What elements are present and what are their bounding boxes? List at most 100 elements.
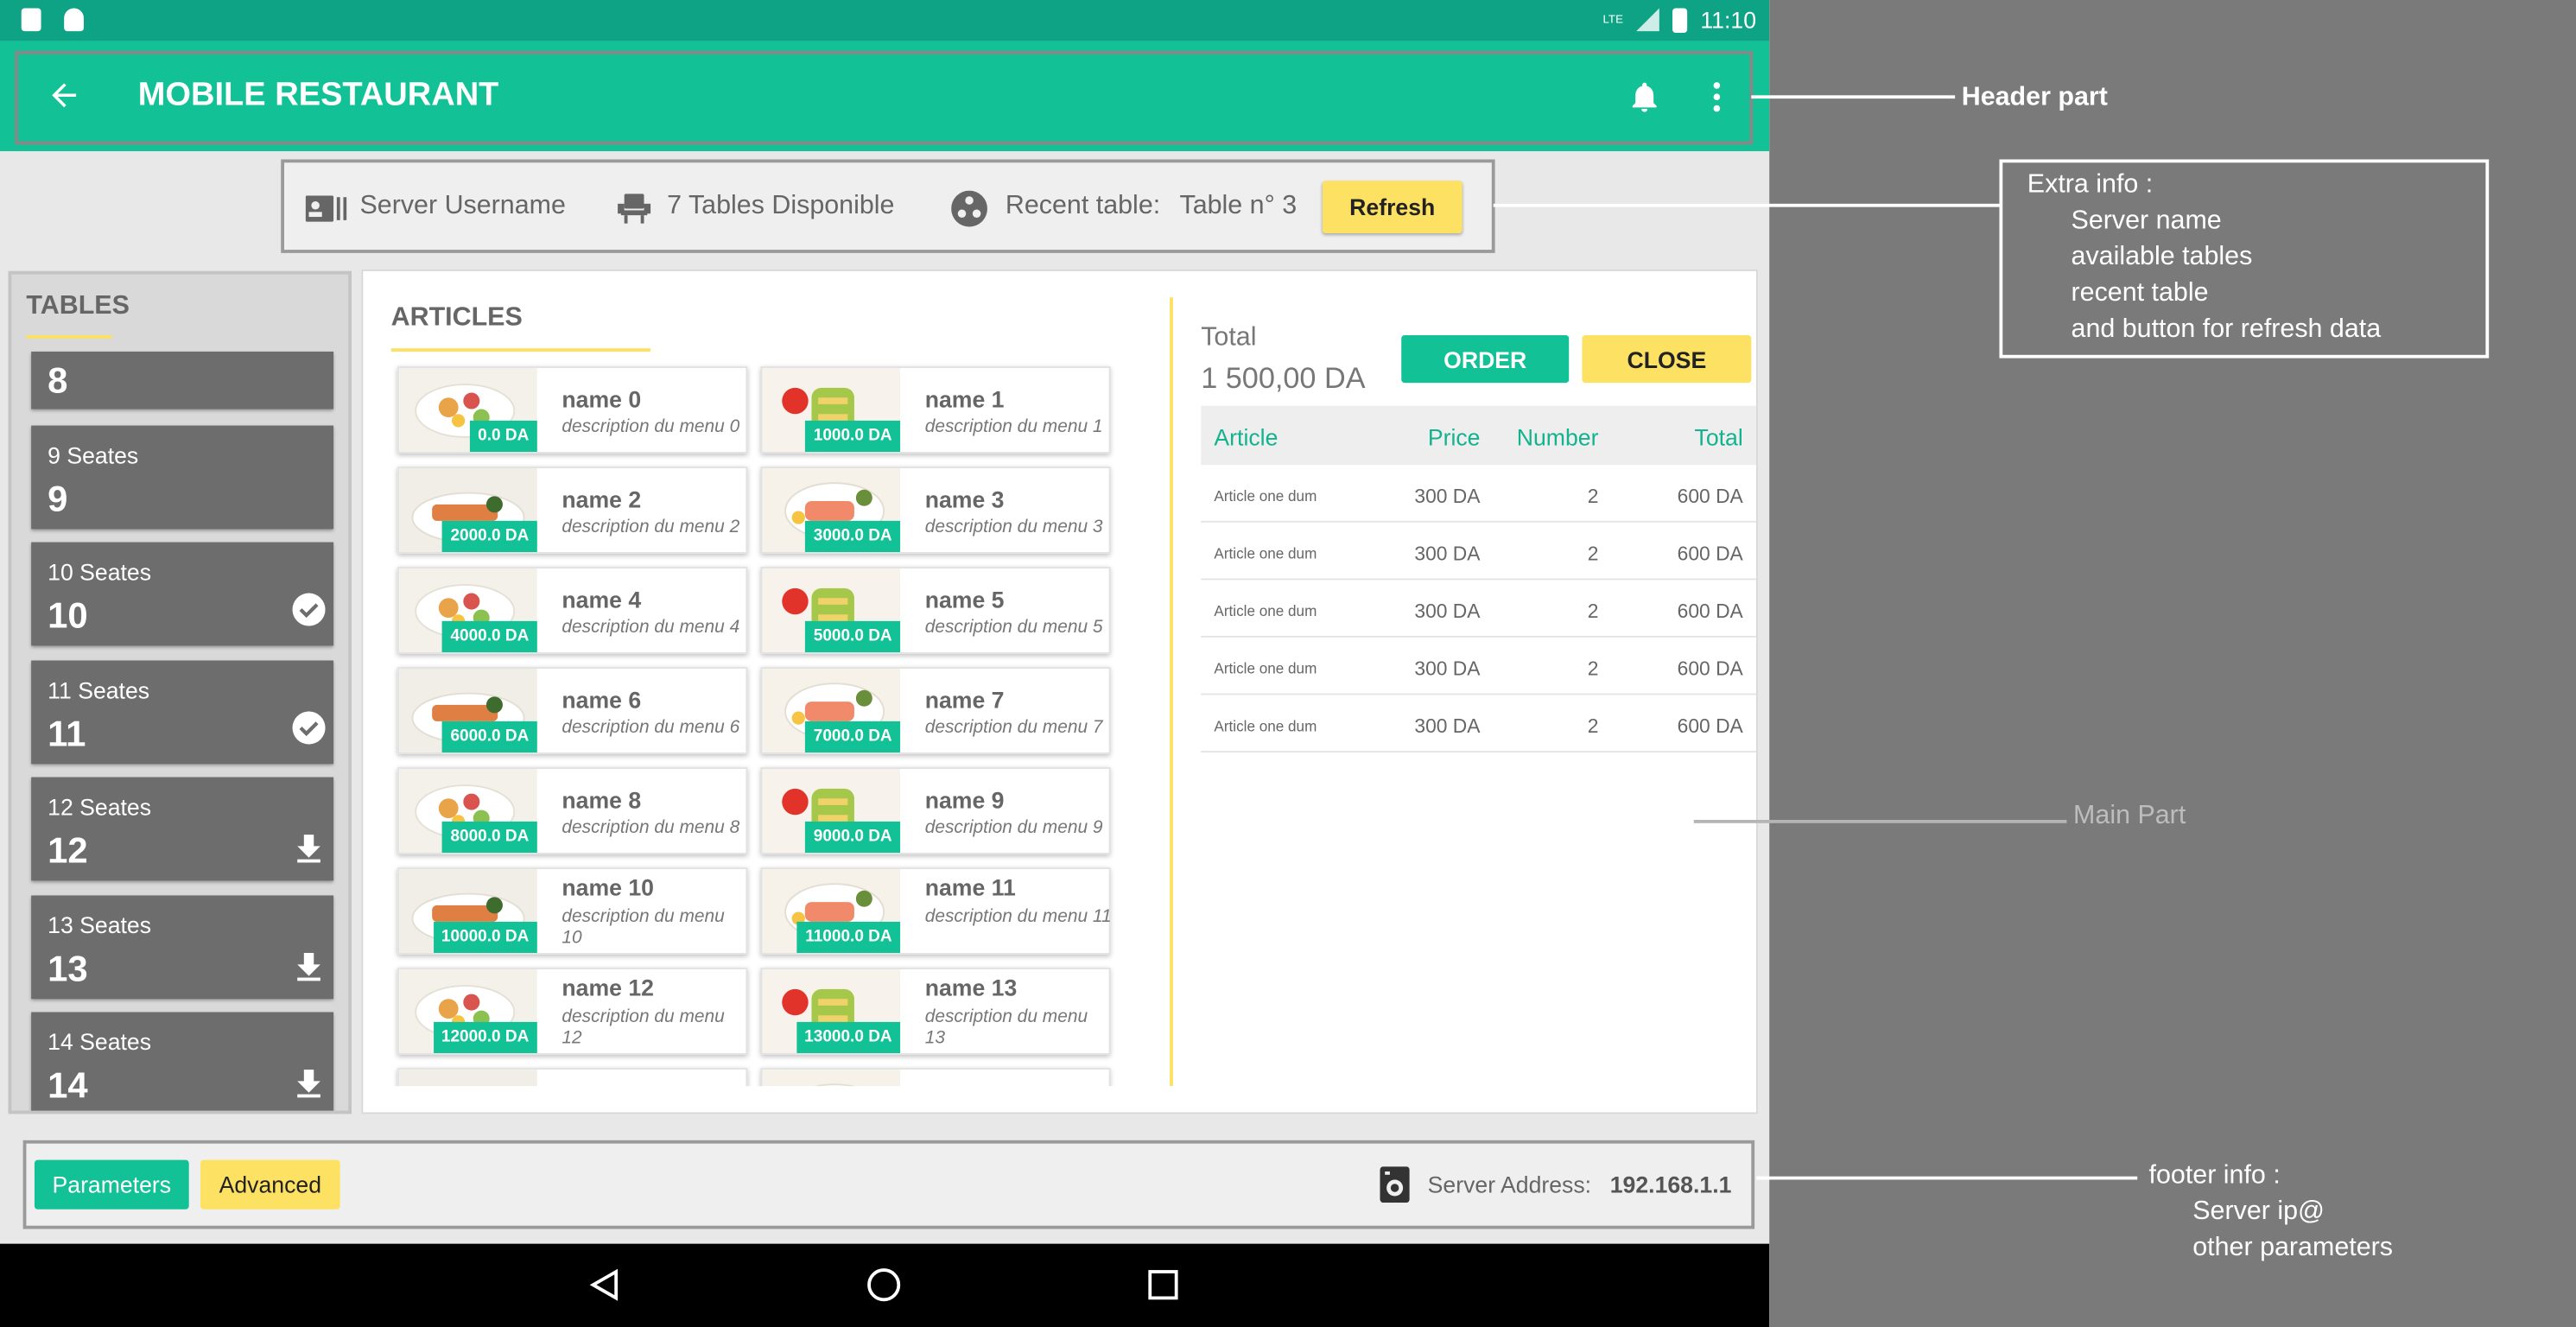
- order-row[interactable]: Article one dum 300 DA 2 600 DA: [1201, 695, 1757, 753]
- overflow-menu-icon[interactable]: [1709, 80, 1725, 113]
- lte-label: LTE: [1602, 14, 1623, 26]
- order-table: Article Price Number Total Article one d…: [1201, 405, 1757, 753]
- article-name: name 11: [924, 873, 1016, 901]
- notification-bell-icon[interactable]: [1627, 77, 1663, 117]
- table-card[interactable]: 9 Seates 9: [31, 425, 334, 530]
- article-description: description du menu 11: [924, 906, 1112, 927]
- total-label: Total: [1201, 323, 1257, 352]
- article-name: name 1: [924, 385, 1005, 413]
- column-header-article: Article: [1214, 423, 1278, 451]
- article-price: 5000.0 DA: [805, 620, 901, 653]
- tables-title-underline: [26, 334, 112, 339]
- recent-table-label: Recent table:: [1005, 192, 1161, 220]
- annotation-main: Main Part: [2073, 802, 2186, 830]
- nav-home-icon[interactable]: [866, 1267, 902, 1303]
- article-card[interactable]: 13000.0 DA name 13 description du menu 13: [760, 968, 1111, 1055]
- article-name: name 2: [562, 486, 642, 513]
- android-icon: [64, 8, 84, 32]
- order-row[interactable]: Article one dum 300 DA 2 600 DA: [1201, 638, 1757, 695]
- article-card[interactable]: 0.0 DA name 0 description du menu 0: [397, 366, 748, 454]
- article-image: 7000.0 DA: [762, 669, 901, 753]
- article-card[interactable]: 11000.0 DA name 11 description du menu 11: [760, 867, 1112, 955]
- order-cell-article: Article one dum: [1214, 487, 1317, 505]
- table-seats: 11 Seates: [48, 676, 150, 703]
- order-cell-number: 2: [1587, 485, 1599, 508]
- article-card[interactable]: 1000.0 DA name 1 description du menu 1: [760, 366, 1111, 454]
- article-price: 0.0 DA: [469, 420, 537, 452]
- article-card[interactable]: 5000.0 DA name 5 description du menu 5: [760, 567, 1111, 654]
- order-row[interactable]: Article one dum 300 DA 2 600 DA: [1201, 580, 1757, 638]
- status-bar: LTE 11:10: [0, 0, 1770, 41]
- article-card[interactable]: 10000.0 DA name 10 description du menu 10: [397, 867, 748, 955]
- recent-table-value: Table n° 3: [1179, 192, 1298, 220]
- clock: 11:10: [1700, 6, 1757, 34]
- table-card[interactable]: 13 Seates 13: [31, 895, 334, 1000]
- article-card[interactable]: 9000.0 DA name 9 description du menu 9: [760, 767, 1111, 854]
- article-name: name 12: [562, 974, 654, 1001]
- order-button[interactable]: ORDER: [1401, 334, 1570, 384]
- download-icon: [297, 953, 320, 981]
- order-cell-number: 2: [1587, 600, 1599, 623]
- order-cell-article: Article one dum: [1214, 718, 1317, 735]
- table-number: 11: [48, 713, 86, 754]
- order-cell-price: 300 DA: [1414, 542, 1481, 566]
- table-number: 12: [48, 829, 88, 871]
- table-card[interactable]: 12 Seates 12: [31, 777, 334, 881]
- article-card[interactable]: 4000.0 DA name 4 description du menu 4: [397, 567, 748, 654]
- nav-back-icon[interactable]: [587, 1267, 623, 1303]
- order-row[interactable]: Article one dum 300 DA 2 600 DA: [1201, 465, 1757, 523]
- order-cell-price: 300 DA: [1414, 714, 1481, 738]
- table-card[interactable]: 10 Seates 10: [31, 542, 334, 646]
- order-row[interactable]: Article one dum 300 DA 2 600 DA: [1201, 523, 1757, 581]
- download-icon: [297, 835, 320, 863]
- parameters-button[interactable]: Parameters: [34, 1159, 189, 1210]
- table-card[interactable]: 8: [31, 351, 334, 410]
- article-image: [762, 1070, 901, 1087]
- tablet-screen: LTE 11:10 MOBILE RESTAURANT Server Usern…: [0, 0, 1770, 1327]
- article-card[interactable]: 6000.0 DA name 6 description du menu 6: [397, 667, 748, 754]
- article-card[interactable]: 2000.0 DA name 2 description du menu 2: [397, 467, 748, 554]
- nav-recents-icon[interactable]: [1145, 1267, 1182, 1303]
- article-image: 12000.0 DA: [399, 969, 537, 1054]
- advanced-button[interactable]: Advanced: [200, 1159, 340, 1210]
- article-card[interactable]: name 14: [397, 1068, 748, 1087]
- article-image: 6000.0 DA: [399, 669, 537, 753]
- annotation-footer: footer info : Server ip@ other parameter…: [2148, 1161, 2393, 1262]
- article-description: description du menu 2: [562, 517, 740, 537]
- refresh-button[interactable]: Refresh: [1322, 181, 1462, 234]
- main-panel: ARTICLES 0.0 DA name 0 description du menu…: [361, 269, 1758, 1114]
- server-address-label: Server Address:: [1427, 1171, 1592, 1198]
- article-price: 4000.0 DA: [441, 620, 537, 653]
- article-image: 3000.0 DA: [762, 468, 901, 553]
- table-seats: 10 Seates: [48, 558, 152, 586]
- article-description: description du menu 1: [924, 417, 1103, 437]
- close-button[interactable]: CLOSE: [1582, 334, 1752, 384]
- article-card[interactable]: name 15: [760, 1068, 1111, 1087]
- annotation-line-extra-info: [1493, 203, 2000, 207]
- table-seats: 9 Seates: [48, 441, 139, 469]
- article-description: description du menu 7: [924, 718, 1103, 738]
- table-card[interactable]: 11 Seates 11: [31, 660, 334, 765]
- article-description: description du menu 6: [562, 718, 740, 738]
- panel-divider: [1170, 297, 1173, 1087]
- article-name: name 3: [924, 486, 1005, 513]
- article-price: 13000.0 DA: [796, 1021, 901, 1054]
- article-card[interactable]: 7000.0 DA name 7 description du menu 7: [760, 667, 1111, 754]
- article-name: name 9: [924, 786, 1005, 814]
- server-address-value: 192.168.1.1: [1609, 1171, 1732, 1198]
- article-card[interactable]: 3000.0 DA name 3 description du menu 3: [760, 467, 1111, 554]
- order-cell-total: 600 DA: [1677, 657, 1743, 681]
- order-cell-total: 600 DA: [1677, 542, 1743, 566]
- order-cell-total: 600 DA: [1677, 714, 1743, 738]
- sd-card-icon: [21, 8, 41, 32]
- table-seats: 14 Seates: [48, 1028, 152, 1055]
- back-arrow-icon[interactable]: [46, 77, 82, 113]
- table-number: 13: [48, 948, 88, 989]
- article-image: 4000.0 DA: [399, 568, 537, 653]
- article-description: description du menu 3: [924, 517, 1103, 537]
- annotation-extra-info: Extra info : Server name available table…: [2027, 170, 2382, 344]
- article-card[interactable]: 12000.0 DA name 12 description du menu 12: [397, 968, 748, 1055]
- table-card[interactable]: 14 Seates 14: [31, 1012, 334, 1111]
- order-cell-article: Article one dum: [1214, 545, 1317, 562]
- article-card[interactable]: 8000.0 DA name 8 description du menu 8: [397, 767, 748, 854]
